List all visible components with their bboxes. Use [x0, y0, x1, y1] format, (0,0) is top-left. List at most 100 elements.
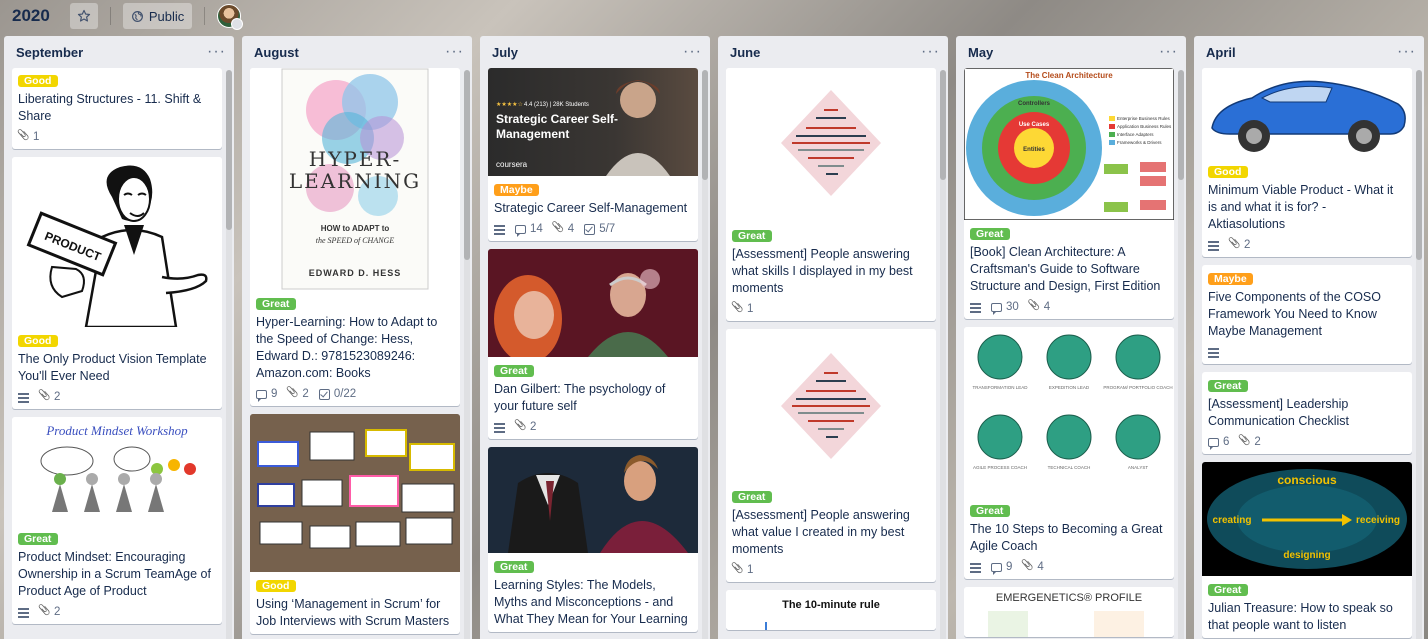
card-label-good: Good — [256, 580, 296, 592]
cover-word-right: receiving — [1356, 515, 1400, 526]
svg-text:PROGRAM/ PORTFOLIO COACH: PROGRAM/ PORTFOLIO COACH — [1103, 385, 1172, 390]
card[interactable]: HYPER- LEARNING HOW to ADAPT to the SPEE… — [250, 68, 460, 406]
list-menu-button[interactable]: ··· — [683, 44, 702, 60]
card-badges: 1 — [732, 301, 928, 317]
paperclip-icon — [18, 132, 29, 143]
card-badges: 6 2 — [1208, 434, 1404, 450]
description-badge — [1208, 347, 1219, 358]
card-badges — [1208, 344, 1404, 360]
list-menu-button[interactable]: ··· — [1159, 44, 1178, 60]
list-title[interactable]: June — [730, 45, 760, 60]
card[interactable]: ★★★★☆ 4.4 (213) | 28K Students Strategic… — [488, 68, 698, 241]
card[interactable]: The 10-minute rule — [726, 590, 936, 630]
list-cards: ★★★★☆ 4.4 (213) | 28K Students Strategic… — [480, 68, 710, 639]
header-divider — [204, 7, 206, 25]
card-cover-image: Product Mindset Workshop — [12, 417, 222, 525]
svg-text:Controllers: Controllers — [1018, 101, 1051, 107]
svg-text:EXPEDITION LEAD: EXPEDITION LEAD — [1049, 385, 1090, 390]
list-menu-button[interactable]: ··· — [207, 44, 226, 60]
paperclip-icon — [515, 422, 526, 433]
list-menu-button[interactable]: ··· — [921, 44, 940, 60]
visibility-button[interactable]: Public — [122, 3, 193, 29]
list-september: September ··· Good Liberating Structures… — [4, 36, 234, 639]
card-cover-image — [488, 447, 698, 553]
list-title[interactable]: July — [492, 45, 518, 60]
card[interactable]: Great [Assessment] People answering what… — [726, 329, 936, 582]
list-header: July ··· — [480, 36, 710, 68]
attachments-badge: 1 — [732, 564, 753, 576]
board-title[interactable]: 2020 — [12, 6, 62, 26]
list-cards: Good Minimum Viable Product - What it is… — [1194, 68, 1424, 639]
checklist-icon — [318, 388, 330, 400]
header-divider — [109, 7, 111, 25]
svg-text:AGILE PROCESS COACH: AGILE PROCESS COACH — [973, 465, 1027, 470]
card[interactable]: Great [Assessment] Leadership Communicat… — [1202, 372, 1412, 454]
cover-rating: 4.4 (213) | 28K Students — [524, 102, 589, 108]
list-header: September ··· — [4, 36, 234, 68]
card[interactable]: TRANSFORMATION LEAD EXPEDITION LEAD PROG… — [964, 327, 1174, 579]
star-button[interactable] — [69, 3, 98, 29]
card[interactable]: PRODUCT Good The Only Product Vision Tem… — [12, 157, 222, 409]
card[interactable]: conscious creating receiving designing G… — [1202, 462, 1412, 638]
cover-text: Product Mindset Workshop — [45, 423, 188, 438]
card-label-great: Great — [970, 228, 1010, 240]
card-title: Strategic Career Self-Management — [494, 201, 688, 215]
description-icon — [970, 562, 981, 573]
description-icon — [1208, 347, 1219, 358]
description-badge — [18, 607, 29, 618]
list-title[interactable]: April — [1206, 45, 1236, 60]
card[interactable]: Great [Assessment] People answering what… — [726, 68, 936, 321]
comment-icon — [1208, 437, 1219, 450]
card-badges: 2 — [494, 419, 690, 435]
member-avatar[interactable] — [217, 4, 244, 30]
card-label-great: Great — [1208, 380, 1248, 392]
svg-text:Interface Adapters: Interface Adapters — [1117, 132, 1154, 137]
comments-badge: 9 — [256, 388, 277, 402]
list-title[interactable]: May — [968, 45, 993, 60]
comment-icon — [515, 224, 526, 237]
globe-icon — [131, 10, 143, 22]
paperclip-icon — [1022, 562, 1033, 573]
card-badges: 9 2 0/22 — [256, 386, 452, 402]
comment-icon — [256, 389, 267, 402]
comment-icon — [991, 562, 1002, 575]
card-cover-image: TRANSFORMATION LEAD EXPEDITION LEAD PROG… — [964, 327, 1174, 497]
card-cover-image — [726, 68, 936, 222]
cover-word-bottom: designing — [1283, 550, 1330, 561]
card-cover-image — [1202, 68, 1412, 158]
attachments-badge: 2 — [39, 606, 60, 618]
description-icon — [18, 392, 29, 403]
svg-text:TECHNICAL COACH: TECHNICAL COACH — [1048, 465, 1091, 470]
card-label-good: Good — [18, 75, 58, 87]
card-badges: 2 — [18, 389, 214, 405]
comments-badge: 6 — [1208, 436, 1229, 450]
card-title: Five Components of the COSO Framework Yo… — [1208, 290, 1381, 338]
list-menu-button[interactable]: ··· — [1397, 44, 1416, 60]
card[interactable]: Good Using ‘Management in Scrum’ for Job… — [250, 414, 460, 634]
cover-book-title: LEARNING — [289, 169, 421, 193]
card[interactable]: EMERGENETICS® PROFILE — [964, 587, 1174, 637]
paperclip-icon — [1229, 240, 1240, 251]
card[interactable]: Good Minimum Viable Product - What it is… — [1202, 68, 1412, 257]
description-badge — [494, 422, 505, 433]
svg-text:TRANSFORMATION LEAD: TRANSFORMATION LEAD — [973, 385, 1029, 390]
list-title[interactable]: September — [16, 45, 83, 60]
card[interactable]: Great Learning Styles: The Models, Myths… — [488, 447, 698, 632]
card-badges: 2 — [18, 604, 214, 620]
description-icon — [494, 224, 505, 235]
card[interactable]: Maybe Five Components of the COSO Framew… — [1202, 265, 1412, 364]
card[interactable]: Great Dan Gilbert: The psychology of you… — [488, 249, 698, 439]
paperclip-icon — [39, 607, 50, 618]
card-title: Hyper-Learning: How to Adapt to the Spee… — [256, 315, 438, 380]
card-title: Using ‘Management in Scrum’ for Job Inte… — [256, 597, 450, 628]
list-menu-button[interactable]: ··· — [445, 44, 464, 60]
card[interactable]: Good Liberating Structures - 11. Shift &… — [12, 68, 222, 149]
svg-text:Entities: Entities — [1023, 147, 1045, 153]
description-icon — [18, 607, 29, 618]
card[interactable]: The Clean Architecture Entities Use Case… — [964, 68, 1174, 319]
card-cover-image — [250, 414, 460, 572]
description-badge — [970, 302, 981, 313]
attachments-badge: 2 — [515, 421, 536, 433]
card[interactable]: Product Mindset Workshop Great Product M… — [12, 417, 222, 624]
list-title[interactable]: August — [254, 45, 299, 60]
